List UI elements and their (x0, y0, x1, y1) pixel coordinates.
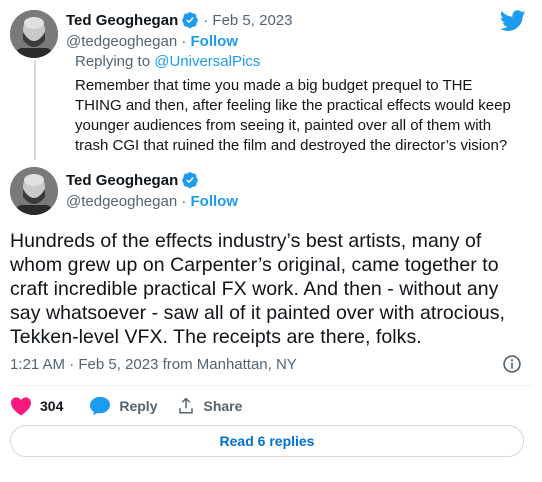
avatar[interactable] (10, 167, 58, 215)
author-handle[interactable]: @tedgeoghegan (66, 193, 177, 210)
thread-connector-line (34, 60, 36, 160)
like-count: 304 (40, 398, 64, 414)
reply-tweet-text: Remember that time you made a big budget… (75, 77, 511, 154)
reply-button[interactable]: Reply (89, 396, 157, 416)
author-handle[interactable]: @tedgeoghegan (66, 33, 177, 50)
replying-to: Replying to @UniversalPics (75, 53, 260, 70)
date-text: Feb 5, 2023 (212, 11, 293, 29)
info-icon[interactable] (502, 354, 522, 374)
replying-to-mention[interactable]: @UniversalPics (154, 53, 260, 70)
follow-link[interactable]: Follow (191, 193, 239, 210)
heart-icon (11, 397, 31, 416)
reply-bubble-icon (90, 396, 111, 416)
divider (10, 385, 532, 386)
read-replies-button[interactable]: Read 6 replies (10, 425, 524, 457)
like-button[interactable]: 304 (10, 396, 63, 416)
tweet-timestamp[interactable]: 1:21 AM · Feb 5, 2023 from Manhattan, NY (10, 356, 297, 373)
share-icon (179, 397, 194, 414)
author-name[interactable]: Ted Geoghegan (66, 172, 178, 189)
handle-row: @tedgeoghegan · Follow (66, 193, 239, 210)
replying-to-prefix: Replying to (75, 53, 151, 70)
twitter-bird-icon[interactable] (500, 10, 526, 32)
author-name[interactable]: Ted Geoghegan (66, 12, 178, 29)
main-tweet-text: Hundreds of the effects industry’s best … (10, 230, 506, 348)
reply-label: Reply (119, 398, 158, 414)
tweet-date[interactable]: · Feb 5, 2023 (203, 12, 292, 29)
author-row: Ted Geoghegan · Feb 5, 2023 (66, 11, 292, 29)
action-bar: 304 Reply Share (10, 396, 262, 416)
share-button[interactable]: Share (177, 397, 242, 415)
follow-link[interactable]: Follow (191, 33, 239, 50)
share-label: Share (203, 398, 243, 414)
author-row: Ted Geoghegan (66, 171, 199, 189)
verified-badge-icon (182, 12, 199, 29)
avatar[interactable] (10, 10, 58, 58)
handle-row: @tedgeoghegan · Follow (66, 33, 239, 50)
verified-badge-icon (182, 172, 199, 189)
